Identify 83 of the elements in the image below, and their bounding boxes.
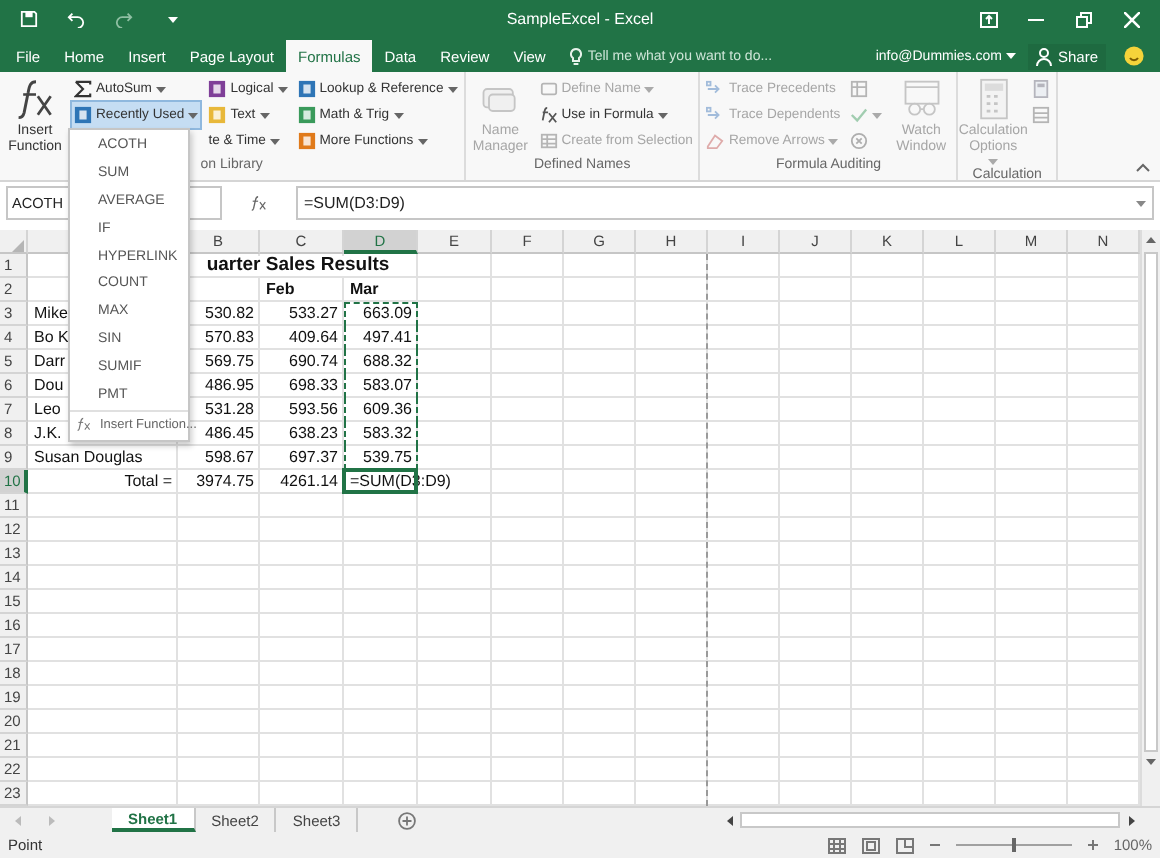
cell-text: 663.09 (363, 303, 412, 323)
tag-icon (539, 80, 558, 98)
calculator-icon (1032, 80, 1051, 98)
page-layout-view-button[interactable] (861, 837, 880, 853)
sigma-icon (74, 80, 92, 98)
eraser-icon (706, 132, 725, 150)
restore-icon (1076, 11, 1092, 27)
zoom-in-button[interactable] (1087, 840, 1098, 850)
caret-icon (47, 815, 55, 825)
arrow-icon (706, 106, 725, 124)
caret-icon (13, 815, 21, 825)
cell-text: Feb (266, 279, 295, 299)
cell-text: Susan Douglas (34, 447, 143, 467)
cell-text: 539.75 (363, 447, 412, 467)
minus-icon (929, 840, 940, 850)
cell-text: 598.67 (205, 447, 254, 467)
cell-text: uarter Sales Results (206, 255, 390, 275)
cell-text: 698.33 (289, 375, 338, 395)
scrollbar-thumb[interactable] (740, 812, 1120, 828)
cell-text: 697.37 (289, 447, 338, 467)
page-break-icon (895, 837, 914, 853)
cell-text: 609.36 (363, 399, 412, 419)
ribbon-options-icon (979, 11, 997, 27)
caret-icon (1005, 52, 1016, 60)
formula-field[interactable]: =SUM(D3:D9) (296, 186, 1154, 220)
smiley-icon (1124, 46, 1144, 66)
glasses-icon (899, 78, 944, 122)
caret-icon (1136, 199, 1146, 207)
cell-text: 569.75 (205, 351, 254, 371)
sheet-icon (1032, 106, 1051, 124)
cell-text: Dou (34, 375, 64, 395)
grid-icon (827, 837, 846, 853)
caret-icon (725, 815, 733, 825)
cell-text: J.K. (34, 423, 62, 443)
window-title: SampleExcel - Excel (504, 10, 656, 28)
cell-text: 3974.75 (196, 471, 254, 491)
cell-text: 583.32 (363, 423, 412, 443)
caret-icon (1136, 162, 1150, 172)
arrow-icon (706, 80, 725, 98)
table-icon (539, 132, 558, 150)
new-sheet-button[interactable] (398, 808, 417, 832)
cell-text: 533.27 (289, 303, 338, 323)
cell-text: Darr (34, 351, 66, 371)
caret-icon (1146, 758, 1156, 766)
caret-icon (1127, 815, 1135, 825)
scrollbar-thumb[interactable] (1144, 252, 1158, 752)
cell-text: 583.07 (363, 375, 412, 395)
cell-text: Total = (124, 471, 172, 491)
cell-text: 690.74 (289, 351, 338, 371)
cell-text: 530.82 (205, 303, 254, 323)
cell-text: 497.41 (363, 327, 412, 347)
cell-text: 486.95 (205, 375, 254, 395)
lightbulb-icon (569, 47, 582, 65)
plus-icon (398, 811, 417, 829)
undo-icon (66, 10, 86, 28)
sheet-icon (850, 80, 869, 98)
cell-text: 593.56 (289, 399, 338, 419)
caret-icon (1146, 236, 1156, 244)
cell-text: 570.83 (205, 327, 254, 347)
page-icon (861, 837, 880, 853)
close-icon (1124, 11, 1140, 27)
check-icon (850, 106, 869, 124)
person-icon (1035, 47, 1052, 65)
zoom-out-button[interactable] (929, 840, 940, 850)
cell-text: Mar (350, 279, 379, 299)
cell-text: 688.32 (363, 351, 412, 371)
redo-icon (114, 10, 134, 28)
cell-text: 531.28 (205, 399, 254, 419)
collapse-ribbon-button[interactable] (1136, 158, 1154, 176)
plus-icon (1087, 840, 1098, 850)
normal-view-button[interactable] (827, 837, 846, 853)
cell-text: 486.45 (205, 423, 254, 443)
cell-text: 409.64 (289, 327, 338, 347)
cell-text: 638.23 (289, 423, 338, 443)
save-icon (19, 10, 37, 28)
cell-text: Leo (34, 399, 61, 419)
cell-text: Bo K (34, 327, 69, 347)
caret-icon (167, 15, 177, 23)
cell-text: Mike (34, 303, 68, 323)
page-break-view-button[interactable] (895, 837, 914, 853)
zoom-slider-thumb[interactable] (1011, 838, 1016, 852)
minimize-icon (1028, 17, 1044, 21)
cell-text: 4261.14 (280, 471, 338, 491)
